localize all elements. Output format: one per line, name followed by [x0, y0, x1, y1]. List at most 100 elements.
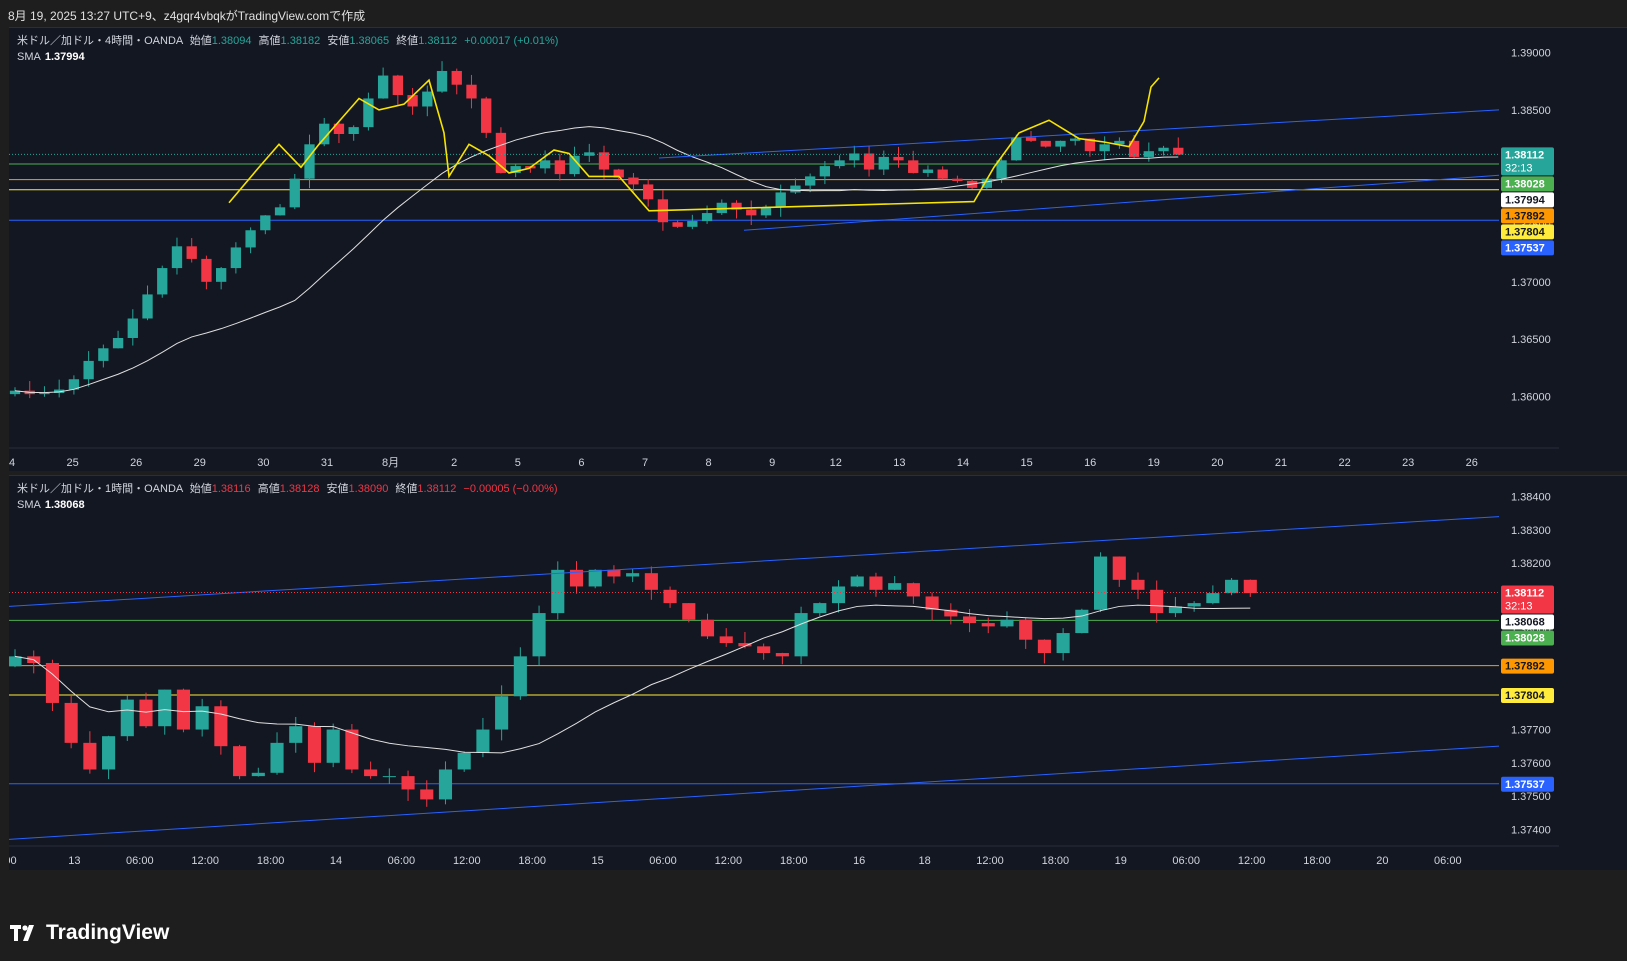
candle[interactable] — [1131, 572, 1145, 600]
candle[interactable] — [716, 199, 727, 215]
candle[interactable] — [27, 650, 41, 674]
candle[interactable] — [233, 744, 247, 780]
candle[interactable] — [626, 568, 640, 583]
candle[interactable] — [24, 381, 35, 399]
sma-label[interactable]: SMA — [17, 51, 41, 63]
candle[interactable] — [1037, 639, 1051, 664]
candle[interactable] — [588, 569, 602, 589]
candle[interactable] — [157, 265, 168, 298]
candle[interactable] — [551, 561, 565, 620]
candle[interactable] — [64, 695, 78, 749]
candle[interactable] — [1000, 611, 1014, 628]
trend-line[interactable] — [658, 109, 1500, 159]
candle[interactable] — [906, 582, 920, 604]
chart-pane-4h[interactable]: 1.360001.365001.370001.375001.380001.385… — [9, 27, 1627, 471]
candle[interactable] — [532, 605, 546, 666]
candle[interactable] — [1187, 601, 1201, 612]
candle[interactable] — [201, 255, 212, 290]
candle[interactable] — [790, 178, 801, 194]
candle[interactable] — [102, 735, 116, 780]
candlestick-chart-4h[interactable]: 1.360001.365001.370001.375001.380001.385… — [9, 28, 1627, 471]
candle[interactable] — [270, 732, 284, 775]
candle[interactable] — [569, 146, 580, 177]
candle[interactable] — [644, 566, 658, 600]
candle[interactable] — [54, 379, 65, 398]
candle[interactable] — [68, 375, 80, 395]
candle[interactable] — [831, 580, 846, 613]
candle[interactable] — [952, 175, 963, 183]
candle[interactable] — [245, 227, 256, 254]
candle[interactable] — [944, 603, 958, 625]
candle[interactable] — [364, 761, 378, 779]
candle[interactable] — [1055, 140, 1066, 152]
trend-line[interactable] — [743, 174, 1500, 231]
candle[interactable] — [251, 767, 265, 777]
candle[interactable] — [731, 200, 742, 219]
candle[interactable] — [45, 659, 59, 712]
candle[interactable] — [289, 716, 303, 753]
candlestick-chart-1h[interactable]: 1.374001.375001.376001.377001.378001.379… — [9, 476, 1627, 870]
candle[interactable] — [1114, 137, 1125, 149]
candle[interactable] — [775, 652, 789, 665]
candle[interactable] — [307, 722, 322, 773]
candle[interactable] — [120, 695, 134, 741]
candle[interactable] — [850, 574, 864, 588]
candle[interactable] — [348, 125, 359, 141]
candle[interactable] — [1070, 135, 1081, 146]
candle[interactable] — [937, 166, 948, 180]
candle[interactable] — [39, 386, 50, 397]
candle[interactable] — [663, 586, 677, 608]
candle[interactable] — [863, 145, 875, 177]
candle[interactable] — [260, 215, 271, 235]
candle[interactable] — [888, 576, 902, 591]
candle[interactable] — [643, 179, 654, 207]
candle[interactable] — [83, 351, 94, 387]
candle[interactable] — [1011, 134, 1022, 161]
candle[interactable] — [893, 146, 904, 168]
candle[interactable] — [613, 168, 624, 181]
candle[interactable] — [922, 165, 934, 177]
candle[interactable] — [326, 723, 340, 768]
candle[interactable] — [878, 150, 889, 175]
candle[interactable] — [569, 561, 584, 594]
candle[interactable] — [436, 61, 448, 93]
candle[interactable] — [176, 688, 190, 733]
candle[interactable] — [513, 647, 527, 700]
sma-label[interactable]: SMA — [17, 499, 41, 511]
sma-line[interactable] — [14, 604, 1251, 754]
candle[interactable] — [127, 309, 138, 346]
candle[interactable] — [230, 242, 242, 274]
candle[interactable] — [1075, 608, 1089, 634]
candle[interactable] — [1143, 142, 1154, 162]
candle[interactable] — [112, 330, 124, 349]
candle[interactable] — [382, 768, 396, 785]
candle[interactable] — [215, 267, 227, 290]
candle[interactable] — [598, 145, 610, 180]
candle[interactable] — [834, 155, 845, 169]
candle[interactable] — [1040, 140, 1051, 148]
candle[interactable] — [1094, 552, 1108, 613]
candle[interactable] — [476, 717, 490, 758]
candle[interactable] — [451, 68, 462, 95]
candle[interactable] — [214, 700, 228, 755]
candle[interactable] — [584, 143, 595, 162]
candle[interactable] — [457, 751, 471, 772]
candle[interactable] — [171, 237, 183, 275]
candle[interactable] — [607, 565, 621, 584]
candle[interactable] — [438, 761, 453, 805]
chart-pane-1h[interactable]: 1.374001.375001.376001.377001.378001.379… — [9, 475, 1627, 870]
candle[interactable] — [392, 74, 404, 105]
candle[interactable] — [1173, 137, 1184, 156]
candle[interactable] — [794, 606, 808, 665]
candle[interactable] — [363, 92, 374, 131]
candle[interactable] — [757, 643, 771, 660]
candle[interactable] — [1150, 580, 1164, 623]
candle[interactable] — [672, 220, 683, 228]
candle[interactable] — [1099, 136, 1110, 161]
candle[interactable] — [401, 770, 415, 801]
candle[interactable] — [495, 685, 509, 741]
candle[interactable] — [1206, 585, 1220, 605]
candle[interactable] — [158, 689, 172, 735]
candle[interactable] — [700, 613, 715, 639]
candle[interactable] — [481, 96, 492, 138]
